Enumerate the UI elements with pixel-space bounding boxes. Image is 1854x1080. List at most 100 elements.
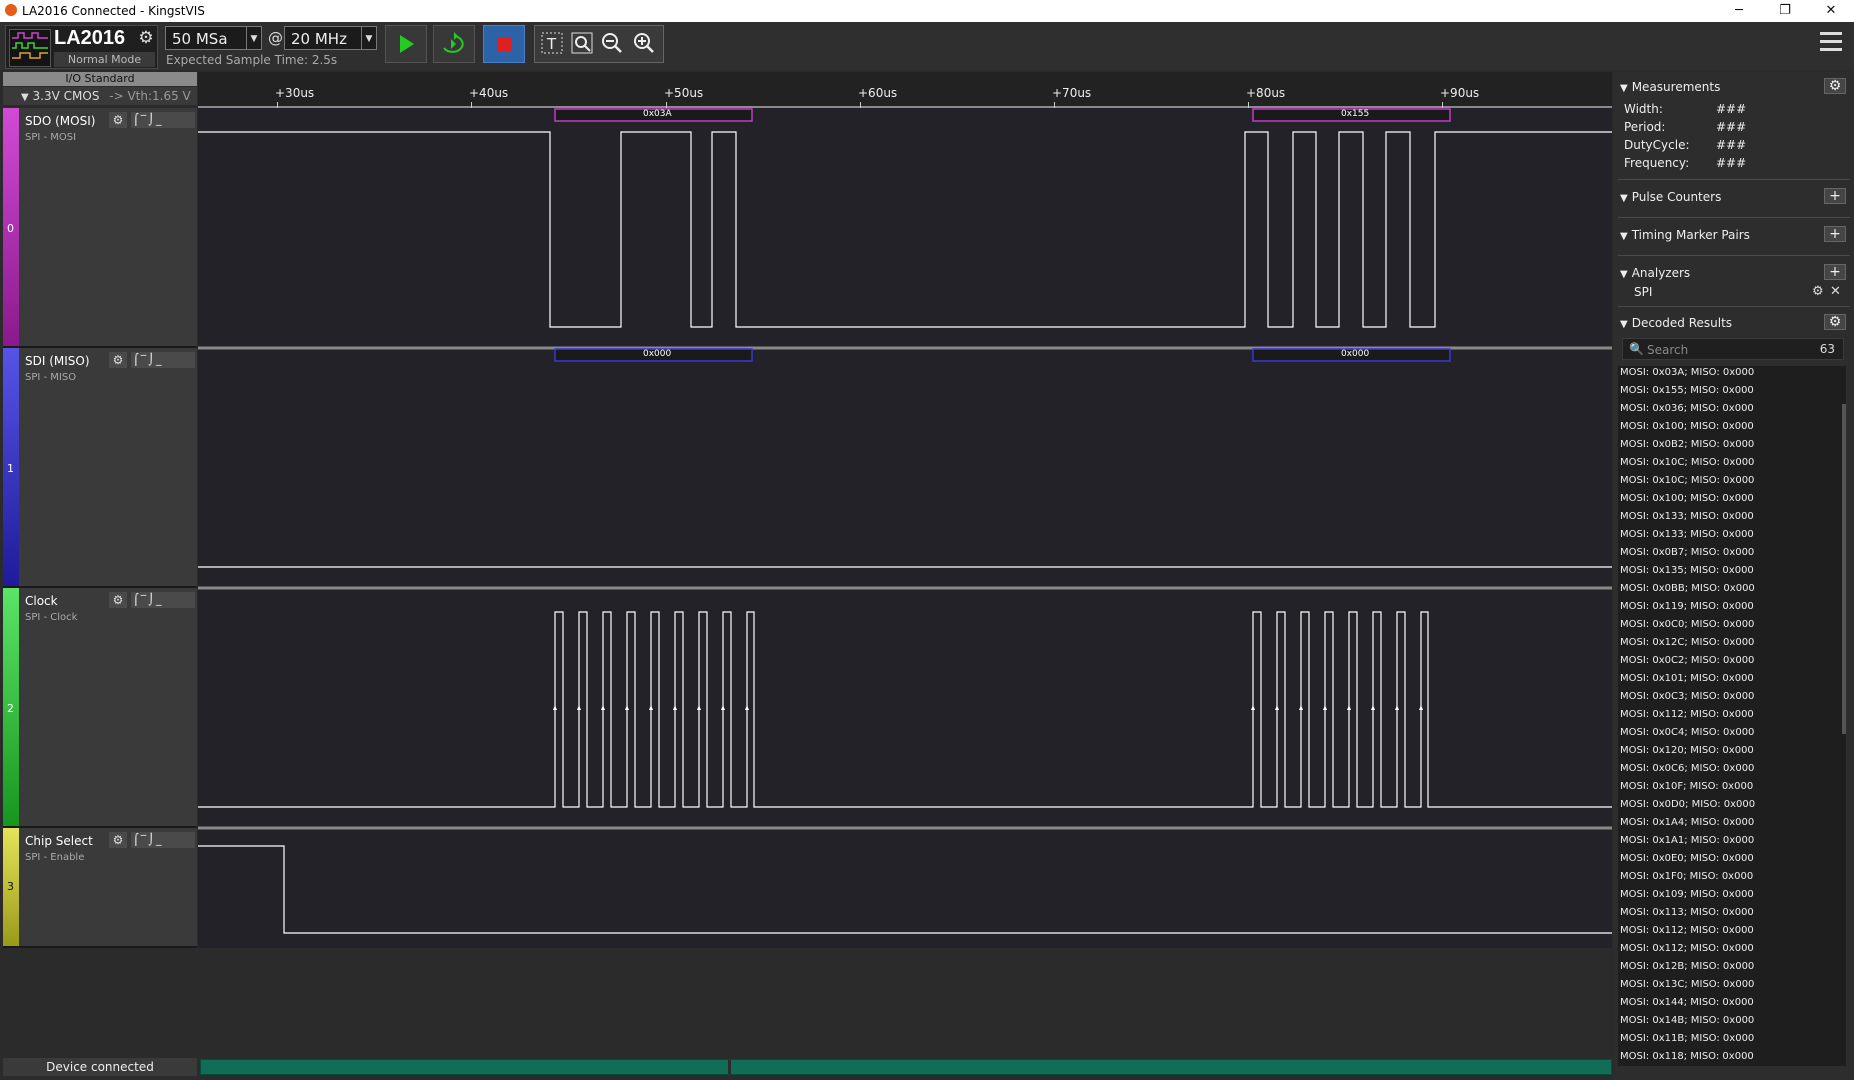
channel-index: 0 — [7, 222, 14, 235]
device-settings-gear-icon[interactable]: ⚙ — [136, 28, 156, 48]
analyzer-item-spi[interactable]: SPI — [1634, 285, 1652, 299]
decoded-result-item[interactable]: MOSI: 0x135; MISO: 0x000 — [1620, 564, 1754, 578]
device-box: LA2016 ⚙ Normal Mode — [5, 25, 158, 69]
decoded-result-item[interactable]: MOSI: 0x14B; MISO: 0x000 — [1620, 1014, 1754, 1028]
decoded-result-item[interactable]: MOSI: 0x1A4; MISO: 0x000 — [1620, 816, 1754, 830]
results-scrollbar[interactable] — [1842, 404, 1846, 734]
decoded-result-item[interactable]: MOSI: 0x1F0; MISO: 0x000 — [1620, 870, 1753, 884]
zoom-out-icon[interactable] — [599, 31, 625, 57]
decoded-result-item[interactable]: MOSI: 0x133; MISO: 0x000 — [1620, 510, 1754, 524]
decoded-results-header[interactable]: ▼ Decoded Results — [1620, 314, 1852, 332]
device-logo-icon[interactable] — [9, 29, 51, 67]
decoded-result-item[interactable]: MOSI: 0x0C6; MISO: 0x000 — [1620, 762, 1754, 776]
decoded-result-item[interactable]: MOSI: 0x0C4; MISO: 0x000 — [1620, 726, 1754, 740]
measurement-value: ### — [1716, 102, 1747, 116]
decoded-result-item[interactable]: MOSI: 0x036; MISO: 0x000 — [1620, 402, 1754, 416]
channel-panel-1[interactable]: 1 SDI (MISO) SPI - MISO ⚙ ⌠‾⌡_ — [3, 348, 197, 588]
channel-name: Clock — [25, 594, 58, 608]
decoded-results-list[interactable]: MOSI: 0x03A; MISO: 0x000 MOSI: 0x155; MIS… — [1618, 366, 1846, 1066]
menu-icon[interactable] — [1820, 32, 1842, 56]
text-tool-icon[interactable]: T — [539, 31, 565, 57]
decoded-result-item[interactable]: MOSI: 0x133; MISO: 0x000 — [1620, 528, 1754, 542]
analyzer-settings-gear-icon[interactable]: ⚙ — [1812, 284, 1824, 299]
zoom-fit-icon[interactable] — [569, 31, 595, 57]
add-pulse-counter-button[interactable]: + — [1824, 188, 1846, 204]
start-button[interactable] — [385, 25, 427, 63]
timing-markers-header[interactable]: ▼ Timing Marker Pairs — [1620, 226, 1852, 244]
decoded-result-item[interactable]: MOSI: 0x11B; MISO: 0x000 — [1620, 1032, 1754, 1046]
channel-settings-gear-icon[interactable]: ⚙ — [109, 832, 127, 848]
decoded-result-item[interactable]: MOSI: 0x13C; MISO: 0x000 — [1620, 978, 1754, 992]
decoded-result-item[interactable]: MOSI: 0x101; MISO: 0x000 — [1620, 672, 1754, 686]
decoded-settings-gear-icon[interactable]: ⚙ — [1824, 314, 1846, 330]
waveform-area[interactable]: 0x03A 0x155 0x000 0x000 — [198, 108, 1612, 948]
decoded-result-item[interactable]: MOSI: 0x0B2; MISO: 0x000 — [1620, 438, 1754, 452]
decoded-result-item[interactable]: MOSI: 0x0C2; MISO: 0x000 — [1620, 654, 1754, 668]
stop-button[interactable] — [483, 25, 525, 63]
decoded-result-item[interactable]: MOSI: 0x10C; MISO: 0x000 — [1620, 474, 1754, 488]
trigger-selector[interactable]: ⌠‾⌡_ — [131, 352, 195, 368]
repeat-start-button[interactable] — [433, 25, 475, 63]
decoded-result-item[interactable]: MOSI: 0x10C; MISO: 0x000 — [1620, 456, 1754, 470]
decoded-result-item[interactable]: MOSI: 0x0E0; MISO: 0x000 — [1620, 852, 1754, 866]
toolbar: LA2016 ⚙ Normal Mode 50 MSa ▼ @ 20 MHz ▼… — [0, 22, 1854, 70]
channel-settings-gear-icon[interactable]: ⚙ — [109, 112, 127, 128]
decoded-result-item[interactable]: MOSI: 0x10F; MISO: 0x000 — [1620, 780, 1753, 794]
sample-depth-select[interactable]: 50 MSa ▼ — [165, 26, 262, 50]
decoded-result-item[interactable]: MOSI: 0x100; MISO: 0x000 — [1620, 492, 1754, 506]
decoded-result-item[interactable]: MOSI: 0x113; MISO: 0x000 — [1620, 906, 1754, 920]
decoded-result-item[interactable]: MOSI: 0x100; MISO: 0x000 — [1620, 420, 1754, 434]
decode-label-miso-1: 0x000 — [643, 349, 672, 359]
channel-settings-gear-icon[interactable]: ⚙ — [109, 352, 127, 368]
decoded-result-item[interactable]: MOSI: 0x118; MISO: 0x000 — [1620, 1050, 1754, 1064]
sample-rate-select[interactable]: 20 MHz ▼ — [284, 26, 377, 50]
pulse-counters-header[interactable]: ▼ Pulse Counters — [1620, 188, 1852, 206]
search-input[interactable] — [1645, 339, 1799, 361]
io-standard-select[interactable]: ▼ 3.3V CMOS -> Vth:1.65 V — [3, 87, 197, 105]
measurements-settings-gear-icon[interactable]: ⚙ — [1824, 78, 1846, 94]
channel-settings-gear-icon[interactable]: ⚙ — [109, 592, 127, 608]
measurement-label: DutyCycle: — [1624, 138, 1690, 152]
analyzers-header[interactable]: ▼ Analyzers — [1620, 264, 1852, 282]
add-analyzer-button[interactable]: + — [1824, 264, 1846, 280]
decoded-result-item[interactable]: MOSI: 0x0C3; MISO: 0x000 — [1620, 690, 1754, 704]
measurements-header[interactable]: ▼ Measurements — [1620, 78, 1852, 96]
decoded-result-item[interactable]: MOSI: 0x112; MISO: 0x000 — [1620, 942, 1754, 956]
channel-panel-0[interactable]: 0 SDO (MOSI) SPI - MOSI ⚙ ⌠‾⌡_ — [3, 108, 197, 348]
trigger-selector[interactable]: ⌠‾⌡_ — [131, 112, 195, 128]
analyzer-remove-close-icon[interactable]: ✕ — [1830, 284, 1841, 299]
io-standard-value: 3.3V CMOS — [32, 89, 100, 103]
overview-scrollbar[interactable] — [200, 1059, 1612, 1075]
decoded-result-item[interactable]: MOSI: 0x12C; MISO: 0x000 — [1620, 636, 1754, 650]
decoded-result-item[interactable]: MOSI: 0x03A; MISO: 0x000 — [1620, 366, 1754, 380]
decoded-result-item[interactable]: MOSI: 0x155; MISO: 0x000 — [1620, 384, 1754, 398]
decoded-result-item[interactable]: MOSI: 0x119; MISO: 0x000 — [1620, 600, 1754, 614]
decoded-result-item[interactable]: MOSI: 0x120; MISO: 0x000 — [1620, 744, 1754, 758]
maximize-button[interactable]: ❐ — [1762, 0, 1808, 22]
decoded-result-item[interactable]: MOSI: 0x12B; MISO: 0x000 — [1620, 960, 1754, 974]
decoded-result-item[interactable]: MOSI: 0x109; MISO: 0x000 — [1620, 888, 1754, 902]
add-timing-marker-button[interactable]: + — [1824, 226, 1846, 242]
timeline-ruler[interactable]: +30us +40us +50us +60us +70us +80us +90u… — [198, 72, 1612, 108]
section-title: Decoded Results — [1631, 316, 1733, 330]
time-tick: +40us — [469, 86, 509, 100]
decoded-result-item[interactable]: MOSI: 0x1A1; MISO: 0x000 — [1620, 834, 1754, 848]
divider — [1618, 306, 1850, 307]
trigger-selector[interactable]: ⌠‾⌡_ — [131, 832, 195, 848]
decoded-result-item[interactable]: MOSI: 0x144; MISO: 0x000 — [1620, 996, 1754, 1010]
decoded-result-item[interactable]: MOSI: 0x112; MISO: 0x000 — [1620, 708, 1754, 722]
decoded-result-item[interactable]: MOSI: 0x0C0; MISO: 0x000 — [1620, 618, 1754, 632]
decoded-result-item[interactable]: MOSI: 0x0D0; MISO: 0x000 — [1620, 798, 1755, 812]
zoom-in-icon[interactable] — [631, 31, 657, 57]
overview-position-marker[interactable] — [728, 1060, 731, 1074]
decoded-result-item[interactable]: MOSI: 0x112; MISO: 0x000 — [1620, 924, 1754, 938]
decoded-result-item[interactable]: MOSI: 0x0BB; MISO: 0x000 — [1620, 582, 1755, 596]
trigger-selector[interactable]: ⌠‾⌡_ — [131, 592, 195, 608]
collapse-triangle-icon: ▼ — [1620, 193, 1628, 204]
minimize-button[interactable]: ─ — [1716, 0, 1762, 22]
close-button[interactable]: ✕ — [1808, 0, 1854, 22]
channel-panel-3[interactable]: 3 Chip Select SPI - Enable ⚙ ⌠‾⌡_ — [3, 828, 197, 948]
view-tools: T — [534, 25, 664, 63]
channel-panel-2[interactable]: 2 Clock SPI - Clock ⚙ ⌠‾⌡_ — [3, 588, 197, 828]
decoded-result-item[interactable]: MOSI: 0x0B7; MISO: 0x000 — [1620, 546, 1754, 560]
